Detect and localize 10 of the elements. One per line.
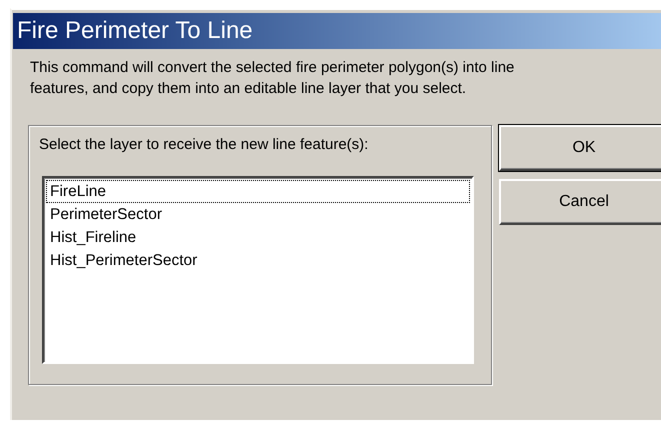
list-item[interactable]: Hist_PerimeterSector (46, 249, 470, 272)
window-title: Fire Perimeter To Line (17, 17, 253, 45)
dialog-button[interactable]: Cancel (499, 179, 661, 225)
list-item[interactable]: Hist_Fireline (46, 226, 470, 249)
group-label: Select the layer to receive the new line feature(s): (39, 136, 370, 153)
layer-list[interactable]: FireLine PerimeterSector Hist_Fireline Hist_PerimeterSector (42, 176, 474, 364)
list-item[interactable]: FireLine (46, 180, 470, 203)
dialog-button[interactable]: OK (499, 125, 661, 171)
list-item[interactable]: PerimeterSector (46, 203, 470, 226)
description-text: This command will convert the selected fire perimeter polygon(s) into line features, and copy them into an editable line layer that you select. (30, 58, 516, 99)
